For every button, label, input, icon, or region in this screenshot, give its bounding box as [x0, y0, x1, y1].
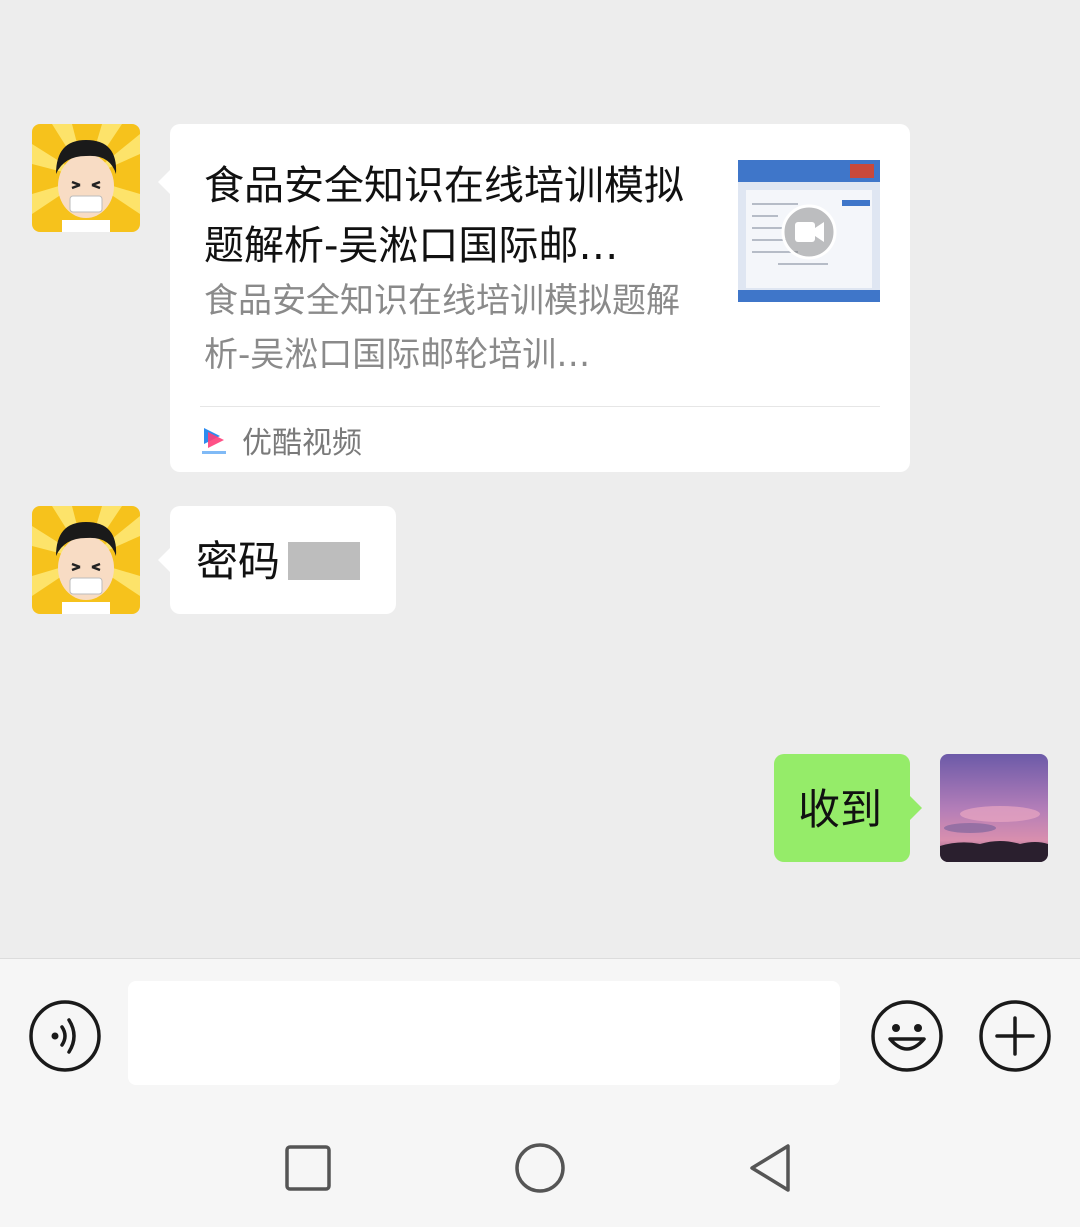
password-message-bubble[interactable]: 密码 — [158, 506, 396, 614]
link-card-message[interactable]: 食品安全知识在线培训模拟题解析-吴淞口国际邮… 食品安全知识在线培训模拟题解析-… — [158, 124, 910, 472]
youku-icon — [202, 428, 226, 454]
link-card-source-label: 优酷视频 — [242, 426, 362, 461]
link-card-divider — [200, 406, 880, 407]
square-icon — [285, 1145, 331, 1191]
link-card-description: 食品安全知识在线培训模拟题解析-吴淞口国际邮轮培训… — [204, 281, 680, 375]
system-nav-bar — [0, 1098, 1080, 1227]
voice-icon — [29, 1000, 101, 1072]
emoji-button[interactable] — [870, 999, 944, 1073]
cartoon-avatar-icon — [32, 506, 140, 614]
outgoing-message-text: 收到 — [798, 785, 883, 834]
chat-area: 食品安全知识在线培训模拟题解析-吴淞口国际邮… 食品安全知识在线培训模拟题解析-… — [0, 0, 1080, 958]
recent-apps-button[interactable] — [278, 1138, 338, 1198]
link-card-source: 优酷视频 — [200, 420, 362, 461]
emoji-icon — [871, 1000, 943, 1072]
video-thumbnail-icon — [738, 160, 880, 302]
link-card-thumbnail — [738, 160, 880, 302]
more-button[interactable] — [978, 999, 1052, 1073]
voice-button[interactable] — [28, 999, 102, 1073]
input-bar — [0, 958, 1080, 1099]
plus-icon — [979, 1000, 1051, 1072]
link-card-title: 食品安全知识在线培训模拟题解析-吴淞口国际邮… — [204, 163, 684, 269]
my-avatar[interactable] — [940, 754, 1048, 862]
home-button[interactable] — [510, 1138, 570, 1198]
sunset-avatar-icon — [940, 754, 1048, 862]
redacted-password — [288, 542, 360, 580]
cartoon-avatar-icon — [32, 124, 140, 232]
outgoing-message-bubble[interactable]: 收到 — [774, 754, 922, 862]
back-button[interactable] — [742, 1138, 802, 1198]
password-message-text: 密码 — [196, 537, 281, 586]
contact-avatar[interactable] — [32, 506, 140, 614]
circle-icon — [515, 1143, 565, 1193]
contact-avatar[interactable] — [32, 124, 140, 232]
message-input[interactable] — [128, 981, 840, 1085]
triangle-back-icon — [750, 1144, 790, 1192]
